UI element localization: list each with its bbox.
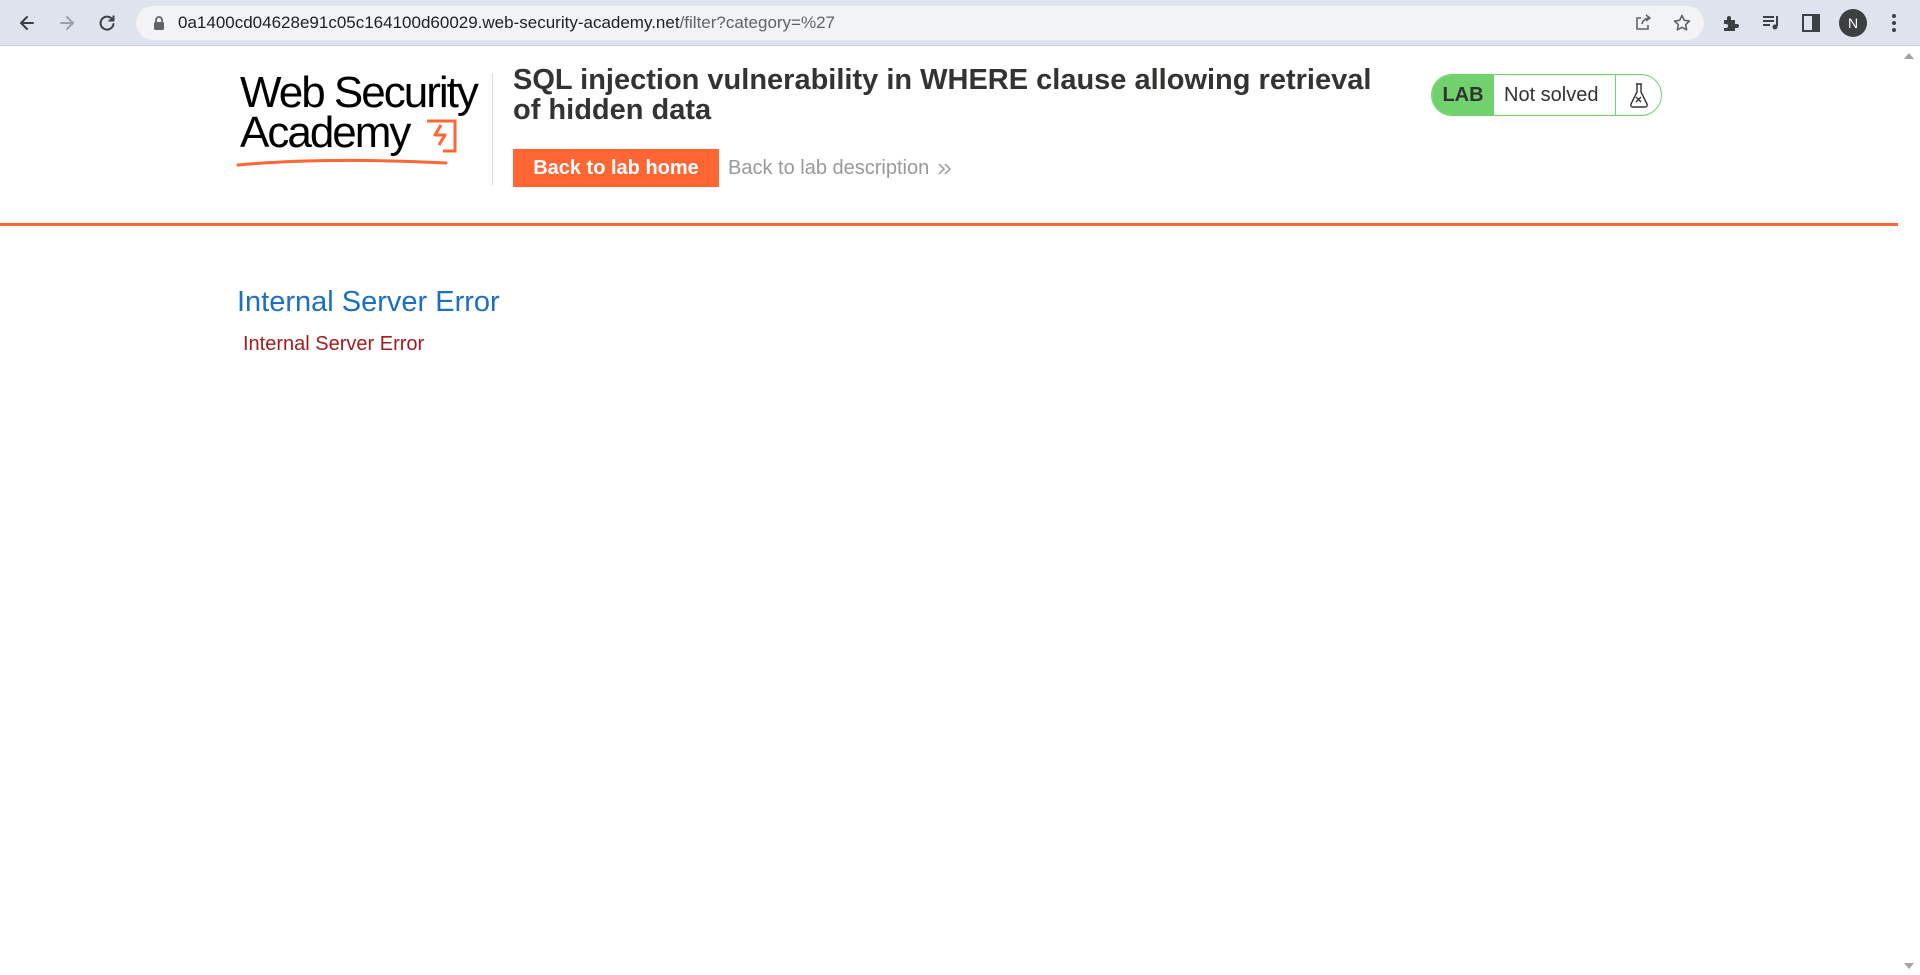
- error-message: Internal Server Error: [243, 333, 425, 355]
- browser-toolbar: 0a1400cd04628e91c05c164100d60029.web-sec…: [0, 0, 1920, 46]
- web-security-academy-logo[interactable]: Web Security Academy: [236, 71, 486, 171]
- back-button[interactable]: [12, 8, 42, 38]
- media-icon[interactable]: [1760, 12, 1782, 34]
- back-arrow-icon: [20, 16, 34, 30]
- reload-button[interactable]: [92, 8, 122, 38]
- logo-line-2: Academy: [240, 108, 411, 157]
- side-panel-icon[interactable]: [1800, 12, 1822, 34]
- back-to-lab-home-button[interactable]: Back to lab home: [513, 149, 719, 187]
- lock-icon[interactable]: [151, 15, 167, 31]
- back-to-lab-description-link[interactable]: Back to lab description: [728, 157, 953, 179]
- lab-status-widget: LAB Not solved: [1431, 74, 1662, 116]
- scroll-up-arrow-icon[interactable]: [1904, 53, 1914, 59]
- page-scrollbar[interactable]: [1898, 47, 1920, 975]
- lab-badge: LAB: [1432, 75, 1494, 115]
- address-bar[interactable]: 0a1400cd04628e91c05c164100d60029.web-sec…: [136, 6, 1704, 40]
- lab-title: SQL injection vulnerability in WHERE cla…: [513, 64, 1372, 126]
- page-content: Web Security Academy SQL injection vulne…: [0, 47, 1898, 975]
- logo-underline: [236, 158, 448, 167]
- scroll-down-arrow-icon[interactable]: [1904, 963, 1914, 969]
- star-icon[interactable]: [1672, 13, 1692, 33]
- error-heading: Internal Server Error: [237, 286, 500, 318]
- flask-icon: [1630, 83, 1648, 108]
- url-text[interactable]: 0a1400cd04628e91c05c164100d60029.web-sec…: [178, 14, 835, 32]
- profile-avatar[interactable]: N: [1839, 9, 1867, 37]
- url-path: /filter?category=%27: [679, 13, 836, 32]
- header-divider: [492, 73, 493, 185]
- double-chevron-right-icon: [938, 163, 952, 175]
- url-host: 0a1400cd04628e91c05c164100d60029.web-sec…: [178, 13, 680, 32]
- back-to-lab-description-label: Back to lab description: [728, 157, 930, 179]
- lab-status-text: Not solved: [1504, 84, 1599, 106]
- logo-mark-icon: [427, 119, 457, 153]
- reload-icon: [99, 15, 115, 31]
- forward-button[interactable]: [52, 8, 82, 38]
- header-orange-rule: [0, 223, 1898, 226]
- share-icon[interactable]: [1633, 13, 1653, 33]
- forward-arrow-icon: [60, 16, 74, 30]
- lab-status-divider: [1615, 75, 1616, 115]
- menu-icon[interactable]: [1884, 12, 1904, 34]
- extensions-icon[interactable]: [1720, 12, 1742, 34]
